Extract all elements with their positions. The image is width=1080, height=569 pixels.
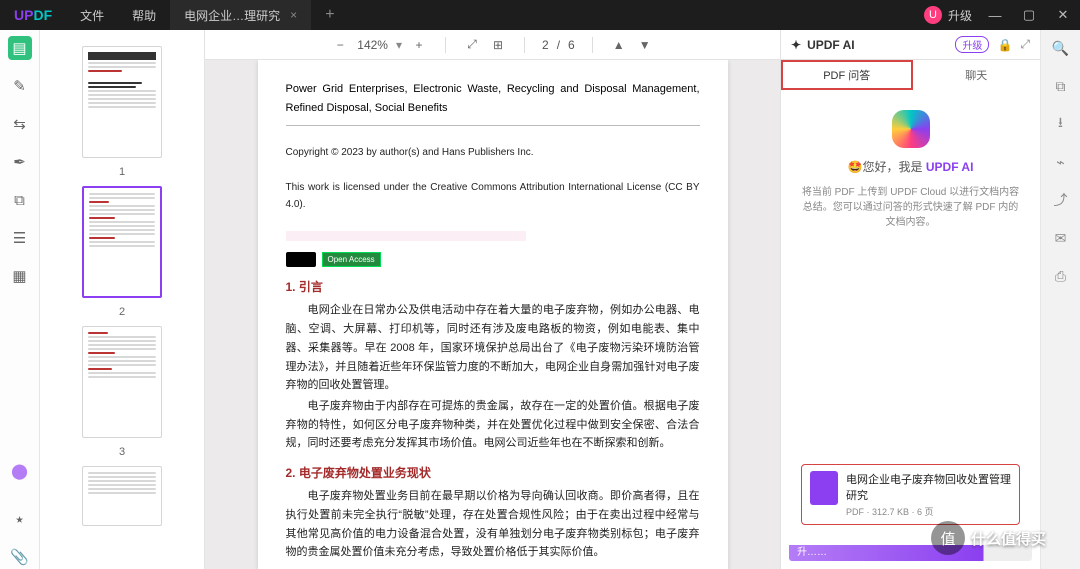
mail-icon[interactable]: ✉ [1049, 226, 1073, 250]
prev-page-button[interactable]: ▲ [610, 36, 628, 54]
bookmark-icon[interactable]: ⭑ [8, 507, 32, 531]
user-avatar-icon: U [924, 6, 942, 24]
fit-width-icon[interactable]: ⤢ [463, 36, 481, 54]
upgrade-button[interactable]: U 升级 [924, 6, 972, 24]
ai-greeting: 🤩您好，我是 UPDF AI [848, 158, 974, 175]
ai-tab-qa[interactable]: PDF 问答 [781, 60, 913, 90]
thumb-page-1[interactable] [82, 46, 162, 158]
new-tab-button[interactable]: + [311, 6, 348, 24]
outline-icon[interactable]: ▤ [8, 36, 32, 60]
zoom-out-button[interactable]: − [331, 36, 349, 54]
file-meta: PDF · 312.7 KB · 6 页 [846, 505, 1011, 518]
print-icon[interactable]: ⎙ [1049, 264, 1073, 288]
section-1-heading: 1. 引言 [286, 277, 700, 297]
export-icon[interactable]: ⭳ [1049, 112, 1073, 136]
zoom-in-button[interactable]: + [410, 36, 428, 54]
search-icon[interactable]: 🔍 [1049, 36, 1073, 60]
redact-icon[interactable]: ▦ [8, 264, 32, 288]
thumb-page-3[interactable] [82, 326, 162, 438]
section-2-heading: 2. 电子废弃物处置业务现状 [286, 463, 700, 483]
app-logo: UPDF [0, 7, 66, 23]
para-1a: 电网企业在日常办公及供电活动中存在着大量的电子废弃物，例如办公电器、电脑、空调、… [286, 301, 700, 394]
thumbnail-panel: 1 2 3 [40, 30, 205, 569]
close-tab-icon[interactable]: × [290, 8, 297, 22]
sign-icon[interactable]: ✒ [8, 150, 32, 174]
close-window-button[interactable]: ✕ [1046, 7, 1080, 23]
thumb-label-3: 3 [119, 446, 125, 458]
ai-flower-icon [892, 110, 930, 148]
ai-upgrade-pill[interactable]: 升级 [955, 36, 989, 53]
view-toolbar: − 142%▾ + ⤢ ⊞ 2 / 6 ▲ ▼ [205, 30, 780, 60]
page-sep: / [557, 38, 560, 52]
batch-icon[interactable]: ⧉ [1049, 74, 1073, 98]
para-2: 电子废弃物处置业务目前在最早期以价格为导向确认回收商。即价高者得，且在执行处置前… [286, 487, 700, 562]
thumb-page-4[interactable] [82, 466, 162, 526]
form-icon[interactable]: ☰ [8, 226, 32, 250]
annotate-icon[interactable]: ✎ [8, 74, 32, 98]
watermark: 值 什么值得买 [931, 521, 1046, 555]
copyright-line-1: Copyright © 2023 by author(s) and Hans P… [286, 144, 700, 161]
watermark-icon: 值 [931, 521, 965, 555]
ai-panel: ✦ UPDF AI 升级 🔒 ⤢ PDF 问答 聊天 🤩您好，我是 UPDF A… [780, 30, 1040, 569]
menu-help[interactable]: 帮助 [118, 7, 170, 24]
document-tab-label: 电网企业…理研究 [184, 7, 280, 24]
thumb-label-1: 1 [119, 166, 125, 178]
menu-file[interactable]: 文件 [66, 7, 118, 24]
minimize-button[interactable]: — [978, 8, 1012, 23]
upgrade-label: 升级 [948, 7, 972, 24]
ai-file-card[interactable]: 电网企业电子废弃物回收处置管理研究 PDF · 312.7 KB · 6 页 [801, 464, 1020, 525]
zoom-level[interactable]: 142% [357, 38, 388, 52]
cc-icon [286, 252, 316, 267]
ai-tab-chat[interactable]: 聊天 [913, 60, 1041, 90]
file-name: 电网企业电子废弃物回收处置管理研究 [846, 471, 1011, 503]
pdf-page[interactable]: Power Grid Enterprises, Electronic Waste… [258, 60, 728, 569]
ai-description: 将当前 PDF 上传到 UPDF Cloud 以进行文档内容总结。您可以通过问答… [801, 185, 1020, 230]
left-tool-rail: ▤ ✎ ⇆ ✒ ⧉ ☰ ▦ ⬤ ⭑ 📎 [0, 30, 40, 569]
sparkle-icon: ✦ [791, 38, 801, 52]
title-bar: UPDF 文件 帮助 电网企业…理研究 × + U 升级 — ▢ ✕ [0, 0, 1080, 30]
para-1b: 电子废弃物由于内部存在可提炼的贵金属，故存在一定的处置价值。根据电子废弃物的特性… [286, 397, 700, 453]
page-total: 6 [568, 38, 575, 52]
convert-icon[interactable]: ⇆ [8, 112, 32, 136]
license-link[interactable] [286, 231, 526, 241]
thumb-page-2[interactable] [82, 186, 162, 298]
organize-icon[interactable]: ⧉ [8, 188, 32, 212]
next-page-button[interactable]: ▼ [636, 36, 654, 54]
attach-icon[interactable]: 📎 [8, 545, 32, 569]
progress-label: 升…… [797, 545, 827, 561]
maximize-button[interactable]: ▢ [1012, 7, 1046, 23]
fit-page-icon[interactable]: ⊞ [489, 36, 507, 54]
page-current[interactable]: 2 [542, 38, 549, 52]
ai-lock-icon[interactable]: 🔒 [997, 38, 1012, 52]
copyright-line-2: This work is licensed under the Creative… [286, 179, 700, 213]
watermark-text: 什么值得买 [971, 528, 1046, 549]
share-icon[interactable]: ⤴ [1049, 188, 1073, 212]
pdf-file-icon [810, 471, 838, 505]
document-tab[interactable]: 电网企业…理研究 × [170, 0, 311, 30]
ocr-icon[interactable]: ⌁ [1049, 150, 1073, 174]
document-area: − 142%▾ + ⤢ ⊞ 2 / 6 ▲ ▼ Power Gr [205, 30, 780, 569]
thumb-label-2: 2 [119, 306, 125, 318]
keywords-line: Power Grid Enterprises, Electronic Waste… [286, 80, 700, 117]
settings-icon[interactable]: ⬤ [8, 459, 32, 483]
right-tool-rail: 🔍 ⧉ ⭳ ⌁ ⤴ ✉ ⎙ [1040, 30, 1080, 569]
open-access-badge: Open Access [322, 252, 381, 267]
ai-panel-title: ✦ UPDF AI [791, 38, 855, 52]
ai-expand-icon[interactable]: ⤢ [1020, 37, 1030, 52]
